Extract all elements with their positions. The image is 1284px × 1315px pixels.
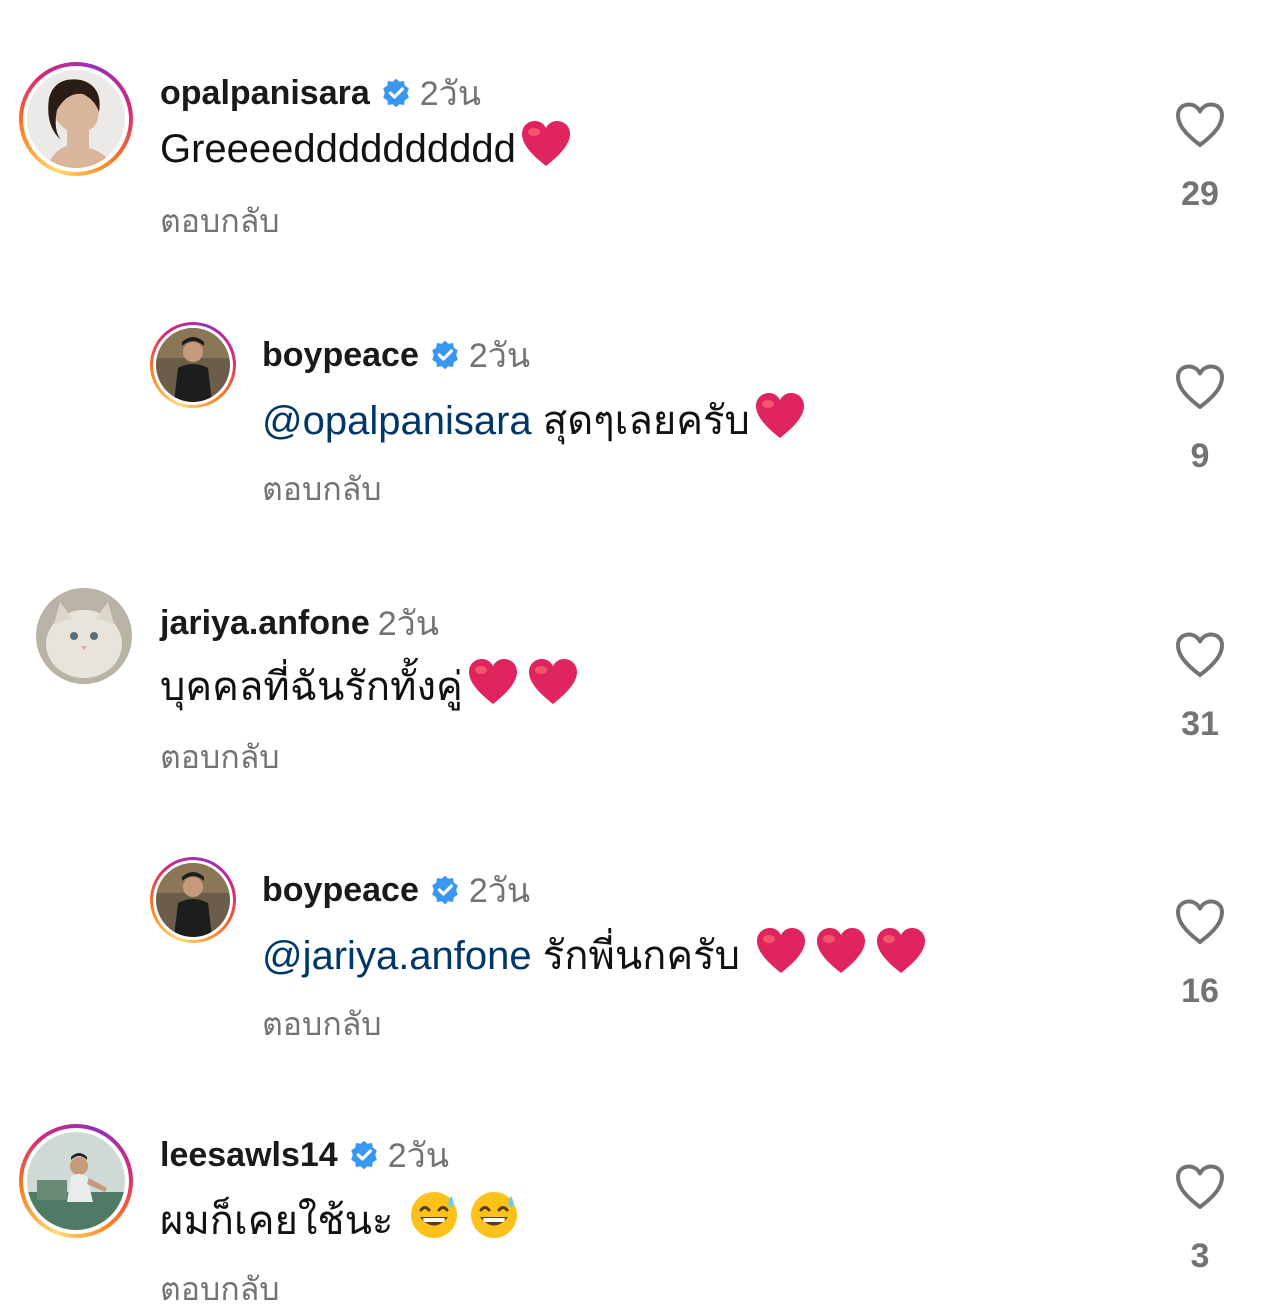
username[interactable]: opalpanisara <box>160 74 370 113</box>
like-button[interactable]: 16 <box>1150 899 1250 1011</box>
comment-item: leesawls14 2วัน ผมก็เคยใช้นะ ตอบกลับ 3 <box>0 1100 1284 1307</box>
verified-badge-icon <box>429 874 461 906</box>
verified-badge-icon <box>380 77 412 109</box>
comment-item: opalpanisara 2วัน Greeeedddddddddd ตอบกล… <box>0 0 1284 250</box>
timestamp: 2วัน <box>419 75 481 113</box>
comment-item: jariya.anfone 2วัน บุคคลที่ฉันรักทั้งคู่… <box>0 570 1284 790</box>
avatar-photo <box>27 70 125 168</box>
red-heart-emoji <box>815 927 867 985</box>
like-count: 9 <box>1190 437 1210 475</box>
comment-text: ผมก็เคยใช้นะ <box>160 1188 519 1252</box>
red-heart-emoji <box>754 392 806 450</box>
comment-body: Greeeedddddddddd <box>160 127 516 171</box>
avatar-photo <box>36 588 132 684</box>
avatar[interactable] <box>19 62 133 176</box>
like-count: 3 <box>1190 1237 1210 1275</box>
like-heart-icon <box>1176 364 1224 409</box>
red-heart-emoji <box>467 658 519 716</box>
username[interactable]: boypeace <box>262 336 419 375</box>
timestamp: 2วัน <box>468 337 531 375</box>
reply-button[interactable]: ตอบกลับ <box>262 999 382 1050</box>
red-heart-emoji <box>875 927 927 985</box>
avatar[interactable] <box>150 857 236 943</box>
reply-button[interactable]: ตอบกลับ <box>160 732 280 783</box>
reply-button[interactable]: ตอบกลับ <box>262 464 382 515</box>
like-heart-icon <box>1176 899 1224 944</box>
username[interactable]: jariya.anfone <box>160 604 370 643</box>
username[interactable]: leesawls14 <box>160 1136 338 1175</box>
red-heart-emoji <box>520 120 572 178</box>
like-button[interactable]: 3 <box>1150 1164 1250 1276</box>
reply-button[interactable]: ตอบกลับ <box>160 1264 280 1315</box>
verified-badge-icon <box>348 1139 380 1171</box>
avatar[interactable] <box>36 588 132 684</box>
sweat-smile-emoji <box>469 1190 519 1250</box>
mention-link[interactable]: @jariya.anfone <box>262 934 532 978</box>
comment-item: boypeace 2วัน @jariya.anfone รักพี่นกครั… <box>0 835 1284 1065</box>
comment-body: บุคคลที่ฉันรักทั้งคู่ <box>160 665 463 709</box>
timestamp: 2วัน <box>468 872 531 910</box>
red-heart-emoji <box>527 658 579 716</box>
like-button[interactable]: 29 <box>1150 102 1250 214</box>
avatar-photo <box>156 863 230 937</box>
comment-body: ผมก็เคยใช้นะ <box>160 1199 405 1243</box>
avatar-photo <box>156 328 230 402</box>
like-heart-icon <box>1176 1164 1224 1209</box>
comment-text: Greeeedddddddddd <box>160 120 572 178</box>
like-count: 31 <box>1181 705 1219 743</box>
verified-badge-icon <box>429 339 461 371</box>
like-heart-icon <box>1176 632 1224 677</box>
timestamp: 2วัน <box>387 1137 449 1175</box>
like-count: 29 <box>1181 175 1219 213</box>
sweat-smile-emoji <box>409 1190 459 1250</box>
like-heart-icon <box>1176 102 1224 147</box>
like-button[interactable]: 31 <box>1150 632 1250 744</box>
reply-button[interactable]: ตอบกลับ <box>160 196 280 247</box>
comment-text: @jariya.anfone รักพี่นกครับ <box>262 923 927 987</box>
avatar[interactable] <box>19 1124 133 1238</box>
mention-link[interactable]: @opalpanisara <box>262 399 532 443</box>
username[interactable]: boypeace <box>262 871 419 910</box>
comment-item: boypeace 2วัน @opalpanisara สุดๆเลยครับ … <box>0 300 1284 530</box>
like-count: 16 <box>1181 972 1219 1010</box>
comment-text: บุคคลที่ฉันรักทั้งคู่ <box>160 654 579 718</box>
timestamp: 2วัน <box>377 605 439 643</box>
red-heart-emoji <box>755 927 807 985</box>
avatar[interactable] <box>150 322 236 408</box>
comment-body: สุดๆเลยครับ <box>531 399 750 443</box>
comment-body: รักพี่นกครับ <box>531 934 752 978</box>
like-button[interactable]: 9 <box>1150 364 1250 476</box>
avatar-photo <box>27 1132 125 1230</box>
comment-text: @opalpanisara สุดๆเลยครับ <box>262 388 806 452</box>
